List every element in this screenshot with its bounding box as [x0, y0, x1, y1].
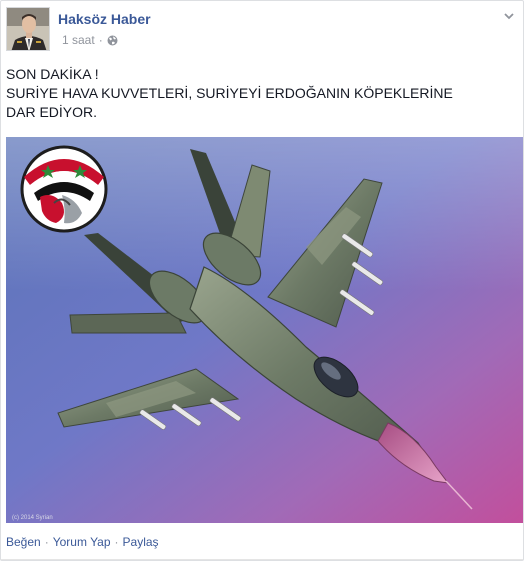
- avatar[interactable]: [6, 7, 50, 51]
- action-separator: ·: [44, 535, 49, 549]
- action-separator: ·: [114, 535, 119, 549]
- fighter-jet-image: (c) 2014 Syrian: [6, 137, 523, 523]
- post-image[interactable]: (c) 2014 Syrian: [6, 137, 523, 523]
- image-watermark: (c) 2014 Syrian: [12, 515, 53, 521]
- timestamp[interactable]: 1 saat: [62, 33, 95, 47]
- army-emblem: [20, 145, 108, 233]
- comment-button[interactable]: Yorum Yap: [53, 535, 111, 549]
- like-button[interactable]: Beğen: [6, 535, 41, 549]
- post-text-line: DAR EDİYOR.: [6, 104, 98, 120]
- post-header: Haksöz Haber 1 saat ·: [6, 7, 516, 53]
- post-text-line: SURİYE HAVA KUVVETLERİ, SURİYEYİ ERDOĞAN…: [6, 85, 453, 101]
- globe-icon[interactable]: [107, 35, 118, 46]
- avatar-portrait: [7, 8, 49, 50]
- share-button[interactable]: Paylaş: [123, 535, 159, 549]
- post-meta: 1 saat ·: [62, 33, 118, 47]
- post-text: SON DAKİKA ! SURİYE HAVA KUVVETLERİ, SUR…: [6, 65, 516, 122]
- facebook-post: Haksöz Haber 1 saat · SON DAKİKA ! SURİY…: [0, 0, 524, 561]
- author-name[interactable]: Haksöz Haber: [58, 11, 151, 27]
- meta-separator: ·: [98, 33, 103, 47]
- post-text-line: SON DAKİKA !: [6, 66, 99, 82]
- post-actions: Beğen · Yorum Yap · Paylaş: [6, 535, 159, 549]
- chevron-down-icon[interactable]: [502, 9, 516, 23]
- divider: [1, 559, 523, 560]
